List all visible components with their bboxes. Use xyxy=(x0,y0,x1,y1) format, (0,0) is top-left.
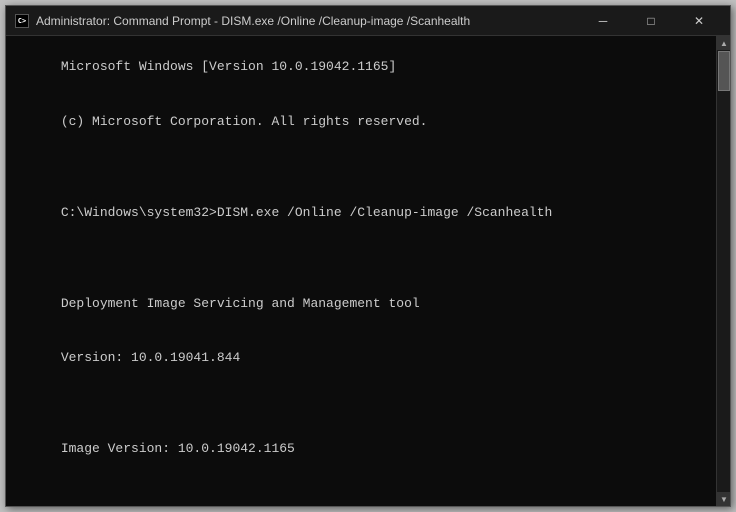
window-icon xyxy=(14,13,30,29)
titlebar: Administrator: Command Prompt - DISM.exe… xyxy=(6,6,730,36)
line-9: Image Version: 10.0.19042.1165 xyxy=(61,441,295,456)
line-6: Deployment Image Servicing and Managemen… xyxy=(61,296,420,311)
line-4: C:\Windows\system32>DISM.exe /Online /Cl… xyxy=(61,205,552,220)
scroll-down-arrow[interactable]: ▼ xyxy=(717,492,730,506)
scrollbar[interactable]: ▲ ▼ xyxy=(716,36,730,506)
terminal-output: Microsoft Windows [Version 10.0.19042.11… xyxy=(14,40,722,477)
scroll-up-arrow[interactable]: ▲ xyxy=(717,36,730,50)
close-button[interactable]: ✕ xyxy=(676,11,722,31)
terminal-body: Microsoft Windows [Version 10.0.19042.11… xyxy=(6,36,730,506)
titlebar-controls: ─ □ ✕ xyxy=(580,11,722,31)
scrollbar-thumb[interactable] xyxy=(718,51,730,91)
cmd-icon xyxy=(15,14,29,28)
maximize-button[interactable]: □ xyxy=(628,11,674,31)
line-7: Version: 10.0.19041.844 xyxy=(61,350,240,365)
line-1: Microsoft Windows [Version 10.0.19042.11… xyxy=(61,59,396,74)
minimize-button[interactable]: ─ xyxy=(580,11,626,31)
command-prompt-window: Administrator: Command Prompt - DISM.exe… xyxy=(5,5,731,507)
titlebar-left: Administrator: Command Prompt - DISM.exe… xyxy=(14,13,470,29)
window-title: Administrator: Command Prompt - DISM.exe… xyxy=(36,14,470,28)
line-2: (c) Microsoft Corporation. All rights re… xyxy=(61,114,428,129)
